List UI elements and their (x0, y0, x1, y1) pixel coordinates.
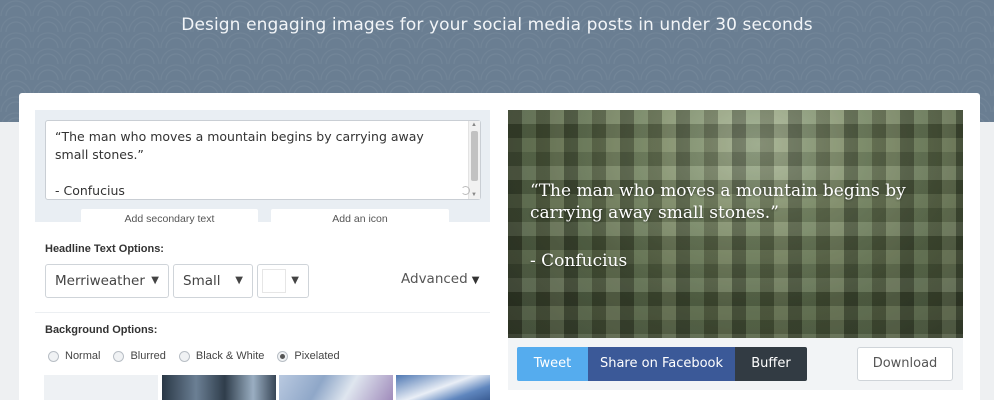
download-button[interactable]: Download (857, 347, 953, 381)
font-select-value: Merriweather (55, 273, 145, 289)
advanced-label: Advanced (401, 271, 468, 287)
background-radio-group: Normal Blurred Black & White Pixelated (48, 349, 353, 363)
size-select[interactable]: Small ▼ (173, 264, 253, 298)
textarea-scrollbar[interactable]: ▲ ▼ (468, 121, 480, 199)
font-select[interactable]: Merriweather ▼ (45, 264, 169, 298)
scroll-down-icon[interactable]: ▼ (471, 192, 477, 198)
advanced-toggle[interactable]: Advanced ▼ (401, 271, 479, 287)
headline-options-label: Headline Text Options: (45, 243, 164, 255)
scroll-up-icon[interactable]: ▲ (471, 122, 477, 128)
quote-textarea[interactable]: “The man who moves a mountain begins by … (45, 120, 481, 200)
radio-button-selected[interactable] (277, 350, 289, 362)
chevron-down-icon: ▼ (291, 275, 299, 286)
preview-quote-text: “The man who moves a mountain begins by … (530, 181, 906, 223)
tweet-button[interactable]: Tweet (517, 347, 588, 381)
quote-text[interactable]: “The man who moves a mountain begins by … (55, 128, 450, 200)
radio-button[interactable] (48, 350, 59, 362)
color-select[interactable]: ▼ (257, 264, 309, 298)
chevron-down-icon: ▼ (471, 275, 480, 286)
chevron-down-icon: ▼ (151, 275, 159, 286)
radio-blurred[interactable]: Blurred (113, 350, 166, 362)
add-icon-button[interactable]: Add an icon (271, 209, 449, 229)
background-options-label: Background Options: (45, 324, 158, 336)
background-thumbnail-blank[interactable] (44, 375, 158, 400)
divider (35, 312, 490, 313)
radio-pixelated[interactable]: Pixelated (277, 350, 340, 362)
image-preview: “The man who moves a mountain begins by … (508, 110, 963, 338)
radio-button[interactable] (113, 350, 125, 362)
color-swatch (262, 269, 286, 293)
radio-normal[interactable]: Normal (48, 350, 100, 362)
background-thumbnail-city[interactable] (162, 375, 276, 400)
radio-button[interactable] (178, 350, 190, 362)
scroll-thumb[interactable] (471, 131, 478, 181)
preview-author-text: - Confucius (530, 251, 628, 271)
resize-handle-icon[interactable] (461, 186, 470, 195)
chevron-down-icon: ▼ (235, 275, 243, 286)
buffer-button[interactable]: Buffer (735, 347, 807, 381)
radio-black-white[interactable]: Black & White (178, 350, 264, 362)
add-secondary-text-button[interactable]: Add secondary text (81, 209, 258, 229)
hero-tagline: Design engaging images for your social m… (181, 15, 813, 35)
background-thumbnail-sky[interactable] (396, 375, 490, 400)
background-thumbnail-bridge[interactable] (279, 375, 393, 400)
share-facebook-button[interactable]: Share on Facebook (588, 347, 735, 381)
size-select-value: Small (183, 273, 221, 289)
